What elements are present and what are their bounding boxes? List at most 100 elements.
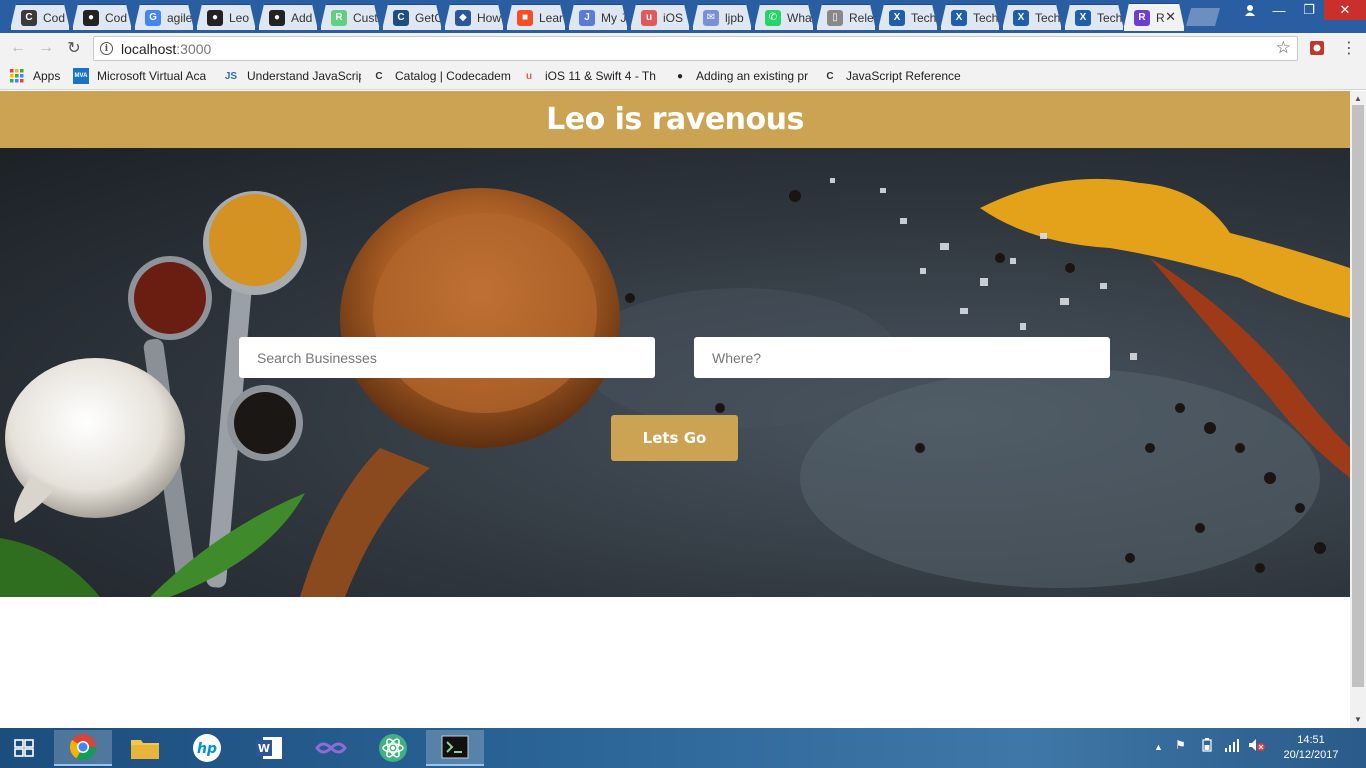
bookmark-item[interactable]: Apps xyxy=(9,68,65,84)
tab-title: Lear xyxy=(539,10,564,25)
x-icon: X xyxy=(1075,10,1091,26)
browser-tab[interactable]: Gagile xyxy=(134,4,194,30)
bookmark-item[interactable]: u iOS 11 & Swift 4 - Th xyxy=(521,68,661,84)
close-window-button[interactable]: ✕ xyxy=(1324,0,1366,20)
atom-icon[interactable] xyxy=(364,730,422,766)
browser-toolbar: ← → ↻ i localhost:3000 ☆ ⋮ xyxy=(0,33,1366,63)
mail-icon: ✉ xyxy=(703,10,719,26)
new-tab-button[interactable] xyxy=(1186,8,1220,26)
file-explorer-icon[interactable] xyxy=(116,730,174,766)
treehouse-icon: R xyxy=(331,10,347,26)
tab-title: iOS xyxy=(663,10,684,25)
browser-tab[interactable]: ● Cod xyxy=(72,4,132,30)
tab-title: Tech xyxy=(1097,10,1123,25)
browser-tab[interactable]: R Cust xyxy=(320,4,380,30)
app-header: Leo is ravenous xyxy=(0,91,1350,148)
browser-tab[interactable]: ● Add xyxy=(258,4,318,30)
bookmark-item[interactable]: MVA Microsoft Virtual Aca xyxy=(73,68,211,84)
action-flag-icon[interactable]: ⚑ xyxy=(1175,738,1186,752)
word-icon[interactable]: W xyxy=(240,730,298,766)
svg-text:hp: hp xyxy=(197,741,217,757)
x-icon: X xyxy=(889,10,905,26)
url-host: localhost xyxy=(121,40,177,57)
browser-tab[interactable]: C Cod xyxy=(10,4,70,30)
chrome-taskbar-icon[interactable] xyxy=(54,730,112,766)
browser-tab[interactable]: ● Leo xyxy=(196,4,256,30)
udemy-icon: u xyxy=(641,10,657,26)
windows-taskbar: hp W ▲ ⚑ 14:51 20/12/2017 xyxy=(0,728,1366,768)
extension-icon[interactable] xyxy=(1305,37,1329,59)
address-bar[interactable]: i localhost:3000 ☆ xyxy=(93,36,1298,61)
codecademy-icon: C xyxy=(375,70,383,82)
system-clock[interactable]: 14:51 20/12/2017 xyxy=(1276,733,1346,763)
x-icon: X xyxy=(1013,10,1029,26)
browser-tab[interactable]: X Tech xyxy=(940,4,1000,30)
bookmark-label: JavaScript Reference xyxy=(846,69,961,83)
browser-tab[interactable]: J My J xyxy=(568,4,628,30)
tab-title: R xyxy=(1156,10,1165,25)
hp-icon[interactable]: hp xyxy=(178,730,236,766)
journal-icon: J xyxy=(579,10,595,26)
site-info-icon[interactable]: i xyxy=(100,42,113,55)
scroll-down-arrow-icon[interactable]: ▼ xyxy=(1350,712,1366,726)
bookmark-item[interactable]: JS Understand JavaScrip xyxy=(223,68,361,84)
browser-tab[interactable]: ◆ How xyxy=(444,4,504,30)
browser-tab[interactable]: u iOS xyxy=(630,4,690,30)
browser-tab[interactable]: X Tech xyxy=(1064,4,1124,30)
user-profile-icon[interactable] xyxy=(1238,0,1262,20)
browser-tab[interactable]: ■ Lear xyxy=(506,4,566,30)
browser-tab[interactable]: R R ✕ xyxy=(1123,3,1185,31)
network-signal-icon[interactable] xyxy=(1224,738,1240,755)
volume-muted-icon[interactable] xyxy=(1248,738,1266,755)
browser-tab[interactable]: ✆ Wha xyxy=(754,4,814,30)
forward-arrow-icon[interactable]: → xyxy=(34,37,58,59)
browser-tab[interactable]: ✉ ljpb xyxy=(692,4,752,30)
scroll-up-arrow-icon[interactable]: ▲ xyxy=(1350,91,1366,105)
visual-studio-icon[interactable] xyxy=(302,730,360,766)
tab-title: My J xyxy=(601,10,627,25)
github-icon: ● xyxy=(83,10,99,26)
bookmark-item[interactable]: C JavaScript Reference xyxy=(822,68,962,84)
tab-title: Cust xyxy=(353,10,378,25)
url-text[interactable]: localhost:3000 xyxy=(121,41,211,57)
microsoft-icon: ■ xyxy=(517,10,533,26)
svg-text:W: W xyxy=(258,742,270,755)
bookmark-label: iOS 11 & Swift 4 - Th xyxy=(545,69,656,83)
terminal-icon[interactable] xyxy=(426,730,484,766)
lets-go-button[interactable]: Lets Go xyxy=(611,415,738,461)
browser-tab[interactable]: X Tech xyxy=(1002,4,1062,30)
bookmark-label: Catalog | Codecadem xyxy=(395,69,511,83)
github-icon: ● xyxy=(269,10,285,26)
task-view-icon[interactable] xyxy=(0,730,48,766)
bookmarks-bar: Apps MVA Microsoft Virtual Aca JS Understand… xyxy=(0,63,1366,90)
search-businesses-input[interactable] xyxy=(239,337,655,378)
page-scrollbar[interactable]: ▲ ▼ xyxy=(1350,91,1366,728)
github-icon: ● xyxy=(207,10,223,26)
tab-title: ljpb xyxy=(725,10,744,25)
bookmark-label: Understand JavaScrip xyxy=(247,69,361,83)
close-tab-icon[interactable]: ✕ xyxy=(1165,9,1176,25)
udemy-icon: u xyxy=(525,70,533,82)
clock-time: 14:51 xyxy=(1297,734,1325,746)
bookmark-item[interactable]: C Catalog | Codecadem xyxy=(371,68,511,84)
show-hidden-icons[interactable]: ▲ xyxy=(1154,742,1163,752)
clock-date: 20/12/2017 xyxy=(1283,749,1339,761)
where-input[interactable] xyxy=(694,337,1110,378)
browser-tab[interactable]: ▯ Rele xyxy=(816,4,876,30)
visual-studio-icon: ◆ xyxy=(455,10,471,26)
tab-title: Tech xyxy=(911,10,937,25)
mva-icon: MVA xyxy=(73,68,89,84)
restore-button[interactable]: ❐ xyxy=(1294,0,1324,20)
battery-icon[interactable] xyxy=(1200,738,1214,755)
chrome-menu-icon[interactable]: ⋮ xyxy=(1337,37,1361,59)
minimize-button[interactable]: — xyxy=(1264,0,1294,20)
reload-icon[interactable]: ↻ xyxy=(62,37,86,59)
browser-tab[interactable]: C GetC xyxy=(382,4,442,30)
scroll-thumb[interactable] xyxy=(1352,105,1364,687)
x-icon: X xyxy=(951,10,967,26)
browser-tab[interactable]: X Tech xyxy=(878,4,938,30)
back-arrow-icon[interactable]: ← xyxy=(6,37,30,59)
tab-title: Wha xyxy=(787,10,812,25)
bookmark-star-icon[interactable]: ☆ xyxy=(1276,38,1291,58)
bookmark-item[interactable]: ● Adding an existing pr xyxy=(672,68,812,84)
